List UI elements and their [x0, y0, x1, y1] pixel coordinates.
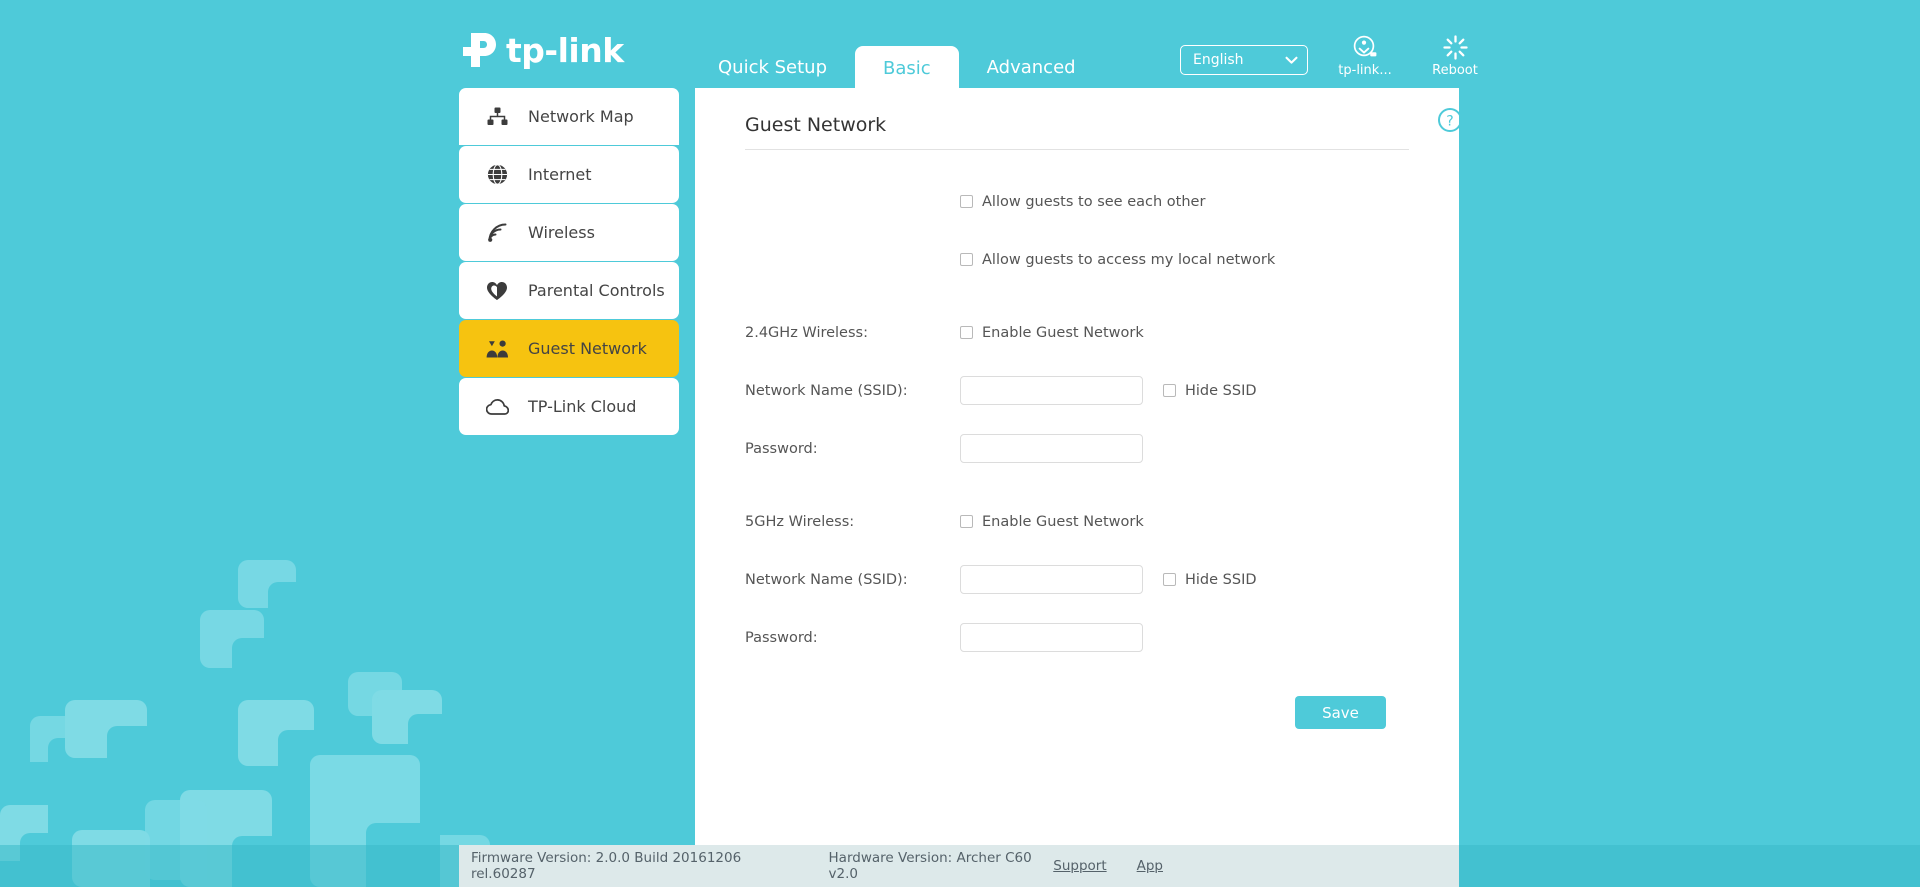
panel-title-row: Guest Network ?: [745, 108, 1462, 150]
hardware-version: Hardware Version: Archer C60 v2.0: [828, 850, 1032, 882]
tab-basic[interactable]: Basic: [855, 46, 959, 91]
tp-link-logo: tp-link: [458, 28, 624, 72]
band-24ghz-ssid-row: Network Name (SSID): Hide SSID: [745, 373, 1425, 408]
checkbox-label: Allow guests to access my local network: [982, 251, 1276, 268]
band-24ghz-enable-checkbox[interactable]: Enable Guest Network: [960, 325, 1144, 341]
language-select[interactable]: English: [1180, 45, 1308, 75]
band-5ghz-label: 5GHz Wireless:: [745, 513, 855, 530]
question-circle-icon[interactable]: ?: [1437, 107, 1463, 137]
band-24ghz-label: 2.4GHz Wireless:: [745, 324, 868, 341]
band-5ghz-enable-checkbox[interactable]: Enable Guest Network: [960, 514, 1144, 530]
wifi-signal-icon: [484, 220, 510, 246]
sidebar-item-internet[interactable]: Internet: [459, 146, 679, 203]
checkbox-label: Hide SSID: [1185, 382, 1257, 399]
footer-links: Support App: [1053, 858, 1163, 874]
band-24ghz-enable-row: 2.4GHz Wireless: Enable Guest Network: [745, 315, 1425, 350]
sidebar-item-label: Guest Network: [528, 339, 647, 358]
band-24ghz-password-input[interactable]: [960, 434, 1143, 463]
sidebar-item-network-map[interactable]: Network Map: [459, 88, 679, 145]
support-link[interactable]: Support: [1053, 858, 1106, 874]
tab-quick-setup[interactable]: Quick Setup: [690, 48, 855, 88]
band-5ghz-password-label: Password:: [745, 629, 818, 646]
save-button[interactable]: Save: [1295, 696, 1386, 729]
band-24ghz-password-row: Password:: [745, 431, 1425, 466]
svg-text:?: ?: [1446, 113, 1453, 129]
band-24ghz-hide-ssid-checkbox[interactable]: Hide SSID: [1163, 383, 1257, 399]
sidebar-item-parental-controls[interactable]: Parental Controls: [459, 262, 679, 319]
reboot-spinner-icon: [1442, 35, 1468, 60]
sitemap-icon: [484, 104, 510, 130]
band-5ghz-ssid-row: Network Name (SSID): Hide SSID: [745, 562, 1425, 597]
reboot-button[interactable]: Reboot: [1422, 34, 1488, 78]
sidebar-item-label: Wireless: [528, 223, 595, 242]
sidebar-item-label: Network Map: [528, 107, 634, 126]
firmware-version: Firmware Version: 2.0.0 Build 20161206 r…: [471, 850, 742, 882]
people-group-icon: [484, 336, 510, 362]
app-footer: Firmware Version: 2.0.0 Build 20161206 r…: [0, 845, 1920, 887]
app-link[interactable]: App: [1137, 858, 1163, 874]
sidebar-item-label: Parental Controls: [528, 281, 665, 300]
band-24ghz-password-label: Password:: [745, 440, 818, 457]
band-5ghz-hide-ssid-checkbox[interactable]: Hide SSID: [1163, 572, 1257, 588]
allow-guests-see-each-other-checkbox[interactable]: Allow guests to see each other: [960, 194, 1205, 210]
checkbox-box: [960, 326, 973, 339]
sidebar-item-wireless[interactable]: Wireless: [459, 204, 679, 261]
checkbox-box: [960, 515, 973, 528]
allow-guests-access-local-network-row: Allow guests to access my local network: [745, 242, 1425, 277]
band-5ghz-password-input[interactable]: [960, 623, 1143, 652]
globe-icon: [484, 162, 510, 188]
checkbox-label: Hide SSID: [1185, 571, 1257, 588]
band-5ghz-password-row: Password:: [745, 620, 1425, 655]
checkbox-label: Allow guests to see each other: [982, 193, 1206, 210]
footer-bar: Firmware Version: 2.0.0 Build 20161206 r…: [459, 845, 1459, 887]
checkbox-box: [1163, 384, 1176, 397]
checkbox-box: [960, 195, 973, 208]
band-5ghz-ssid-label: Network Name (SSID):: [745, 571, 908, 588]
checkbox-label: Enable Guest Network: [982, 513, 1144, 530]
reboot-label: Reboot: [1432, 63, 1478, 78]
page-title: Guest Network: [745, 114, 887, 136]
sidebar-item-guest-network[interactable]: Guest Network: [459, 320, 679, 377]
tplink-cloud-button[interactable]: tp-link...: [1332, 34, 1398, 78]
sidebar-item-label: Internet: [528, 165, 592, 184]
save-row: Save: [745, 696, 1425, 729]
checkbox-box: [1163, 573, 1176, 586]
band-24ghz-ssid-input[interactable]: [960, 376, 1143, 405]
allow-guests-see-each-other-row: Allow guests to see each other: [745, 184, 1425, 219]
sidebar-item-tp-link-cloud[interactable]: TP-Link Cloud: [459, 378, 679, 435]
tab-advanced[interactable]: Advanced: [959, 48, 1104, 88]
brand-name: tp-link: [506, 30, 624, 70]
tp-link-logo-icon: [463, 33, 496, 67]
band-24ghz-ssid-label: Network Name (SSID):: [745, 382, 908, 399]
heart-icon: [484, 278, 510, 304]
checkbox-box: [960, 253, 973, 266]
checkbox-label: Enable Guest Network: [982, 324, 1144, 341]
main-panel: Guest Network ? Allow guests to see each…: [695, 88, 1462, 846]
guest-network-form: Allow guests to see each other Allow gue…: [745, 184, 1425, 729]
band-5ghz-enable-row: 5GHz Wireless: Enable Guest Network: [745, 504, 1425, 539]
chevron-down-icon: [1285, 56, 1298, 64]
tplink-cloud-account-icon: [1353, 35, 1376, 57]
header-controls: English tp-link... Reboot: [1180, 34, 1488, 78]
allow-guests-access-local-network-checkbox[interactable]: Allow guests to access my local network: [960, 252, 1275, 268]
main-nav-tabs: Quick Setup Basic Advanced: [690, 46, 1104, 91]
app-header: tp-link Quick Setup Basic Advanced Engli…: [0, 0, 1920, 91]
sidebar-item-label: TP-Link Cloud: [528, 397, 637, 416]
tplink-cloud-label: tp-link...: [1338, 63, 1392, 78]
sidebar: Network Map Internet Wireless Parental C…: [459, 88, 679, 436]
cloud-icon: [484, 394, 510, 420]
band-5ghz-ssid-input[interactable]: [960, 565, 1143, 594]
language-select-value: English: [1193, 52, 1244, 68]
